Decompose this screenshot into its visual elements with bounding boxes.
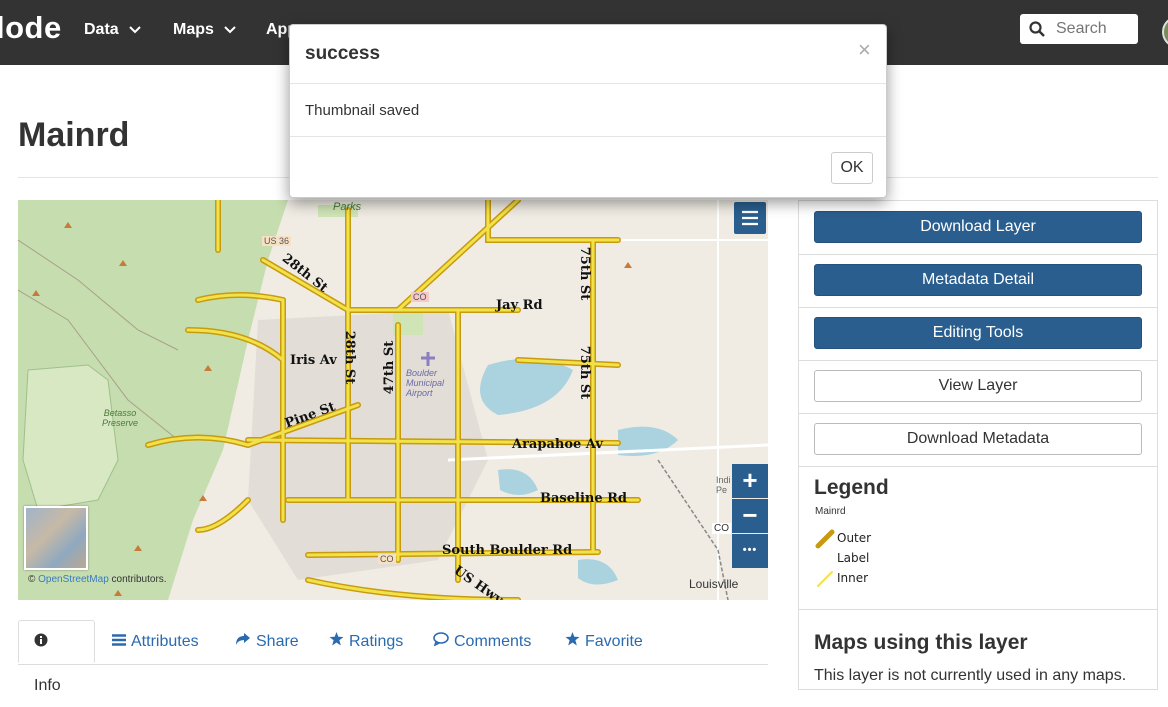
map-label: CO <box>712 523 731 534</box>
dialog-title: success <box>305 43 381 64</box>
zoom-in-button[interactable]: + <box>732 464 768 498</box>
panel-row: Download Metadata <box>799 413 1157 467</box>
avatar[interactable] <box>1162 16 1168 48</box>
map-label: Iris Av <box>290 353 337 368</box>
hamburger-icon <box>742 210 758 226</box>
tab-favorite-label: Favorite <box>585 633 643 650</box>
panel-row: Download Layer <box>799 201 1157 255</box>
layer-tabs: Info Attributes Share Ratings Comments F… <box>18 620 768 694</box>
download-layer-button[interactable]: Download Layer <box>814 211 1142 243</box>
map-label: 75th St <box>577 246 593 301</box>
zoom-out-button[interactable]: − <box>732 499 768 533</box>
legend-item-label: Label <box>837 551 870 565</box>
tab-info[interactable]: Info <box>18 620 95 694</box>
map-label: Louisville <box>689 577 739 591</box>
metadata-detail-button[interactable]: Metadata Detail <box>814 264 1142 296</box>
search-input[interactable] <box>1056 19 1134 39</box>
inner-line-swatch <box>817 571 833 587</box>
tab-share-label: Share <box>256 633 299 650</box>
layer-actions-panel: Download Layer Metadata Detail Editing T… <box>798 200 1158 690</box>
panel-row: Metadata Detail <box>799 254 1157 308</box>
star-icon <box>329 632 344 646</box>
attribution-prefix: © <box>28 574 39 585</box>
legend-title: Legend <box>814 476 889 499</box>
basemap-thumbnail[interactable] <box>24 506 88 570</box>
search-icon <box>1029 21 1045 37</box>
outer-line-swatch <box>815 529 835 549</box>
editing-tools-button[interactable]: Editing Tools <box>814 317 1142 349</box>
dialog-message: Thumbnail saved <box>305 102 420 119</box>
nav-data-label: Data <box>84 21 119 38</box>
nav-maps-label: Maps <box>173 21 214 38</box>
map-label: 47th St <box>382 340 398 395</box>
legend-item-outer: Outer <box>837 531 872 545</box>
search-box[interactable] <box>1020 14 1138 44</box>
close-icon[interactable]: × <box>858 37 871 63</box>
map-label: Baseline Rd <box>540 491 628 506</box>
map-canvas[interactable] <box>18 200 768 600</box>
list-icon <box>112 634 126 646</box>
tab-attributes[interactable]: Attributes <box>112 620 199 663</box>
map-label: Boulder Municipal Airport <box>406 368 445 398</box>
map-label: 28th St <box>342 330 358 385</box>
chevron-down-icon <box>224 26 237 34</box>
layer-switcher-button[interactable] <box>734 202 766 234</box>
panel-row: Editing Tools <box>799 307 1157 361</box>
divider <box>290 136 886 137</box>
osm-link[interactable]: OpenStreetMap <box>38 574 109 585</box>
star-icon <box>565 632 580 646</box>
tab-attributes-label: Attributes <box>131 633 199 650</box>
divider <box>290 83 886 84</box>
legend-item-inner: Inner <box>837 571 869 585</box>
info-circle-icon <box>34 633 48 647</box>
legend-layer-name: Mainrd <box>815 506 846 517</box>
divider <box>799 609 1157 610</box>
view-layer-button[interactable]: View Layer <box>814 370 1142 402</box>
map-label: Betasso Preserve <box>101 408 138 428</box>
attribution-suffix: contributors. <box>108 574 167 585</box>
success-dialog: success × Thumbnail saved OK <box>289 24 887 198</box>
brand-logo[interactable]: lode <box>0 10 62 46</box>
map-attribution: © OpenStreetMap contributors. <box>28 574 167 585</box>
tab-comments-label: Comments <box>454 633 532 650</box>
chevron-down-icon <box>129 26 141 34</box>
maps-using-text: This layer is not currently used in any … <box>814 667 1127 684</box>
tab-favorite[interactable]: Favorite <box>565 620 643 663</box>
map-label: US 36 <box>262 236 292 246</box>
map-label: CO <box>378 554 396 564</box>
page-title: Mainrd <box>18 116 130 154</box>
tab-ratings-label: Ratings <box>349 633 404 650</box>
ok-button[interactable]: OK <box>831 152 873 184</box>
more-options-button[interactable]: ••• <box>732 534 768 568</box>
map-label: Arapahoe Av <box>512 437 603 452</box>
nav-maps-menu[interactable]: Maps <box>173 21 237 39</box>
map-label: 75th St <box>577 345 593 400</box>
maps-using-title: Maps using this layer <box>814 631 1028 654</box>
panel-row: View Layer <box>799 360 1157 414</box>
nav-data-menu[interactable]: Data <box>84 21 141 39</box>
tab-ratings[interactable]: Ratings <box>329 620 403 663</box>
map-label: CO <box>411 292 429 302</box>
map-label: South Boulder Rd <box>442 543 573 558</box>
share-icon <box>236 633 250 645</box>
tab-comments[interactable]: Comments <box>433 620 531 663</box>
tab-share[interactable]: Share <box>235 620 299 663</box>
map-label: Parks <box>333 201 362 213</box>
download-metadata-button[interactable]: Download Metadata <box>814 423 1142 455</box>
comment-icon <box>433 632 449 646</box>
map-label: Jay Rd <box>496 298 543 313</box>
tab-info-label: Info <box>34 677 61 694</box>
map-viewer[interactable]: 28th St Jay Rd 75th St 28th St Iris Av 4… <box>18 200 768 600</box>
